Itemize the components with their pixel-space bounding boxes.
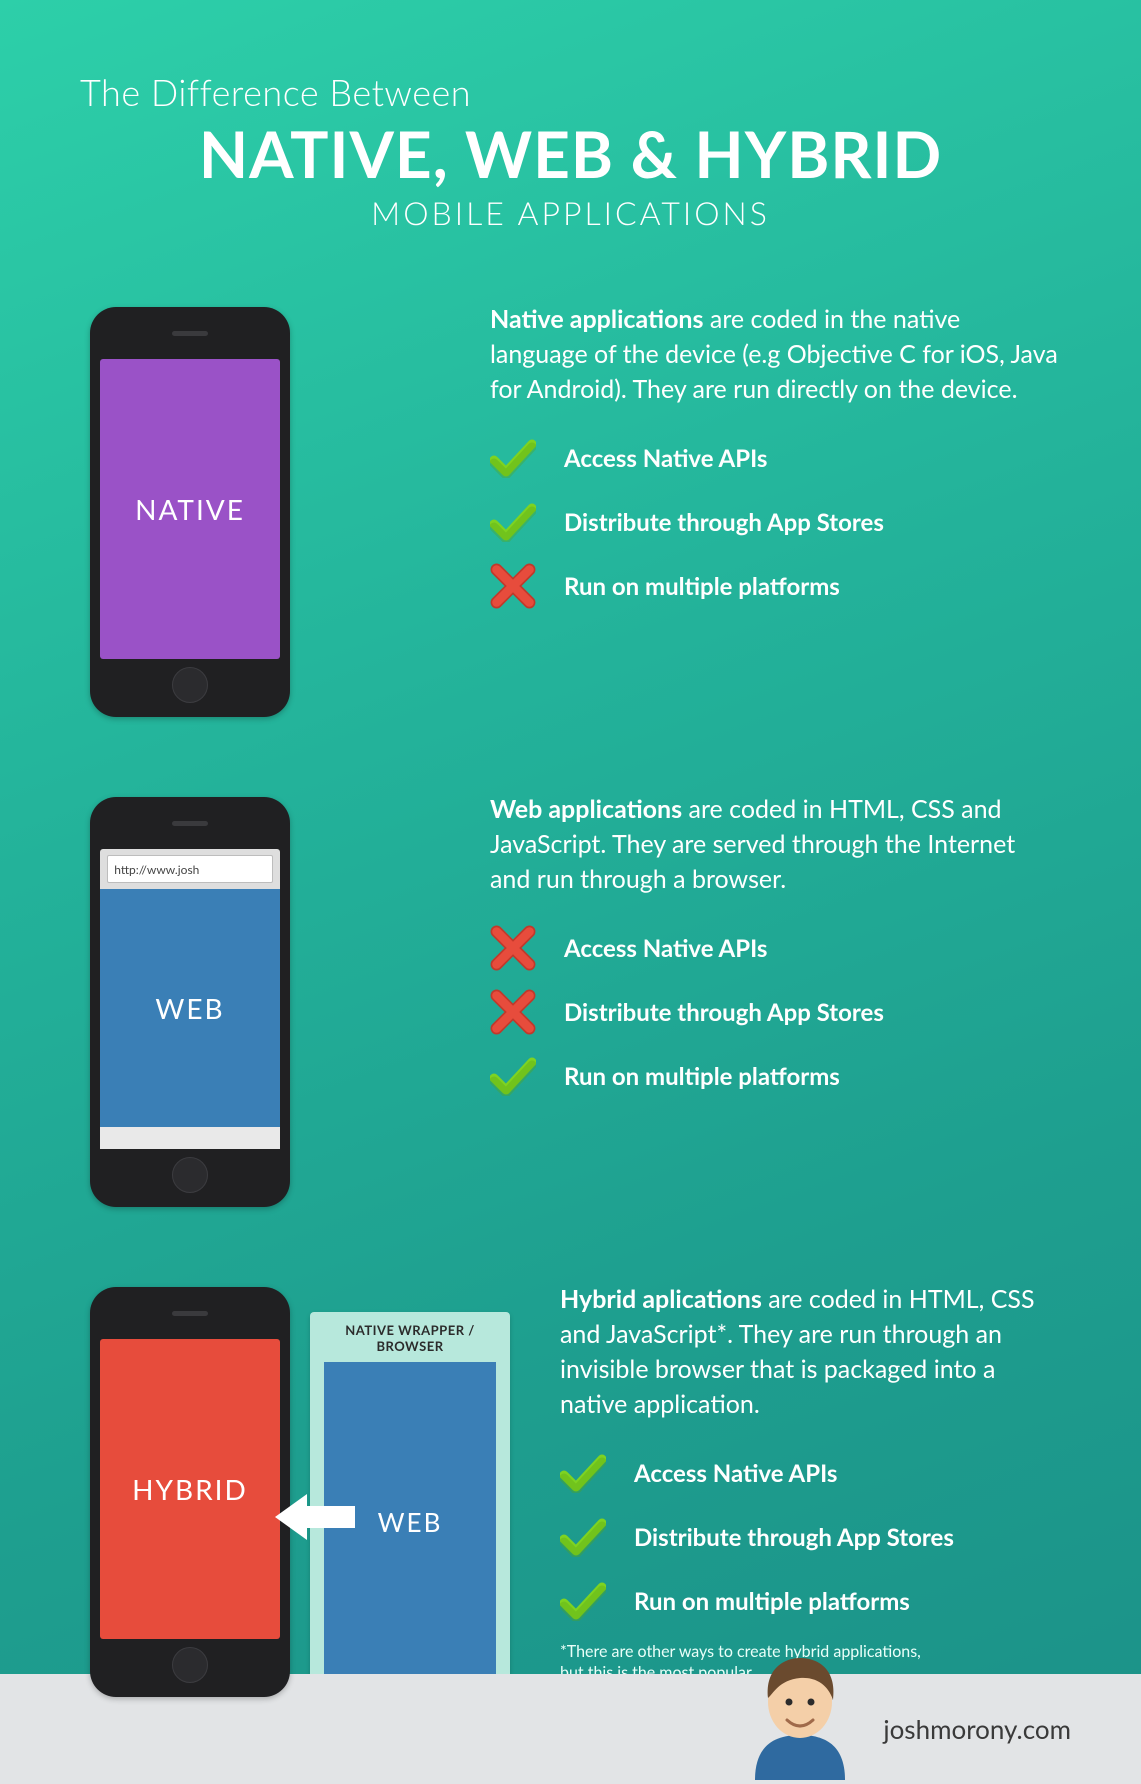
feature-web-multi: Run on multiple platforms bbox=[490, 1053, 1061, 1099]
sub-title: MOBILE APPLICATIONS bbox=[80, 193, 1061, 232]
feature-native-multi: Run on multiple platforms bbox=[490, 563, 1061, 609]
arrow-left-icon bbox=[275, 1492, 355, 1542]
desc-bold-native: Native applications bbox=[490, 304, 704, 334]
desc-bold-hybrid: Hybrid aplications bbox=[560, 1284, 762, 1314]
browser-footer-bar bbox=[100, 1127, 280, 1149]
feature-label-store: Distribute through App Stores bbox=[564, 508, 884, 537]
wrapper-inner-label: WEB bbox=[378, 1506, 443, 1538]
cross-icon bbox=[490, 563, 536, 609]
phone-screen-native: NATIVE bbox=[100, 359, 280, 659]
feature-label-store: Distribute through App Stores bbox=[564, 998, 884, 1027]
infographic-canvas: The Difference Between NATIVE, WEB & HYB… bbox=[0, 0, 1141, 1784]
browser-page: WEB bbox=[100, 889, 280, 1127]
cross-icon bbox=[490, 925, 536, 971]
header: The Difference Between NATIVE, WEB & HYB… bbox=[0, 0, 1141, 252]
site-link[interactable]: joshmorony.com bbox=[883, 1713, 1071, 1745]
description-hybrid: Hybrid aplications are coded in HTML, CS… bbox=[560, 1282, 1061, 1422]
browser-url-bar: http://www.josh bbox=[107, 855, 273, 883]
copy-web: Web applications are coded in HTML, CSS … bbox=[490, 782, 1061, 1117]
illustration-native: NATIVE bbox=[90, 292, 450, 732]
check-icon bbox=[490, 1053, 536, 1099]
illustration-hybrid: HYBRID NATIVE WRAPPER / BROWSER WEB bbox=[90, 1272, 520, 1712]
illustration-web: http://www.josh WEB bbox=[90, 782, 450, 1222]
desc-bold-web: Web applications bbox=[490, 794, 682, 824]
description-native: Native applications are coded in the nat… bbox=[490, 302, 1061, 407]
phone-label-native: NATIVE bbox=[135, 492, 245, 526]
feature-native-store: Distribute through App Stores bbox=[490, 499, 1061, 545]
phone-screen-hybrid: HYBRID bbox=[100, 1339, 280, 1639]
phone-label-hybrid: HYBRID bbox=[132, 1472, 248, 1506]
phone-label-web: WEB bbox=[155, 991, 224, 1025]
feature-web-api: Access Native APIs bbox=[490, 925, 1061, 971]
feature-label-multi: Run on multiple platforms bbox=[564, 572, 840, 601]
feature-label-store: Distribute through App Stores bbox=[634, 1523, 954, 1552]
feature-hybrid-multi: Run on multiple platforms bbox=[560, 1578, 1061, 1624]
check-icon bbox=[560, 1450, 606, 1496]
wrapper-title: NATIVE WRAPPER / BROWSER bbox=[324, 1322, 496, 1354]
check-icon bbox=[560, 1578, 606, 1624]
copy-hybrid: Hybrid aplications are coded in HTML, CS… bbox=[560, 1272, 1061, 1684]
feature-native-api: Access Native APIs bbox=[490, 435, 1061, 481]
section-hybrid: HYBRID NATIVE WRAPPER / BROWSER WEB Hybr… bbox=[0, 1232, 1141, 1732]
feature-hybrid-store: Distribute through App Stores bbox=[560, 1514, 1061, 1560]
section-web: http://www.josh WEB Web applications are… bbox=[0, 742, 1141, 1242]
phone-screen-web: http://www.josh WEB bbox=[100, 849, 280, 1149]
feature-label-multi: Run on multiple platforms bbox=[634, 1587, 910, 1616]
copy-native: Native applications are coded in the nat… bbox=[490, 292, 1061, 627]
feature-label-api: Access Native APIs bbox=[564, 444, 767, 473]
description-web: Web applications are coded in HTML, CSS … bbox=[490, 792, 1061, 897]
feature-label-api: Access Native APIs bbox=[634, 1459, 837, 1488]
pre-title: The Difference Between bbox=[80, 70, 1061, 114]
phone-web: http://www.josh WEB bbox=[90, 797, 290, 1207]
cross-icon bbox=[490, 989, 536, 1035]
main-title: NATIVE, WEB & HYBRID bbox=[80, 120, 1061, 187]
author-avatar bbox=[745, 1650, 855, 1780]
url-text: http://www.josh bbox=[114, 862, 199, 877]
section-native: NATIVE Native applications are coded in … bbox=[0, 252, 1141, 752]
check-icon bbox=[490, 499, 536, 545]
feature-web-store: Distribute through App Stores bbox=[490, 989, 1061, 1035]
feature-label-api: Access Native APIs bbox=[564, 934, 767, 963]
feature-hybrid-api: Access Native APIs bbox=[560, 1450, 1061, 1496]
check-icon bbox=[560, 1514, 606, 1560]
phone-native: NATIVE bbox=[90, 307, 290, 717]
check-icon bbox=[490, 435, 536, 481]
feature-label-multi: Run on multiple platforms bbox=[564, 1062, 840, 1091]
phone-hybrid: HYBRID bbox=[90, 1287, 290, 1697]
